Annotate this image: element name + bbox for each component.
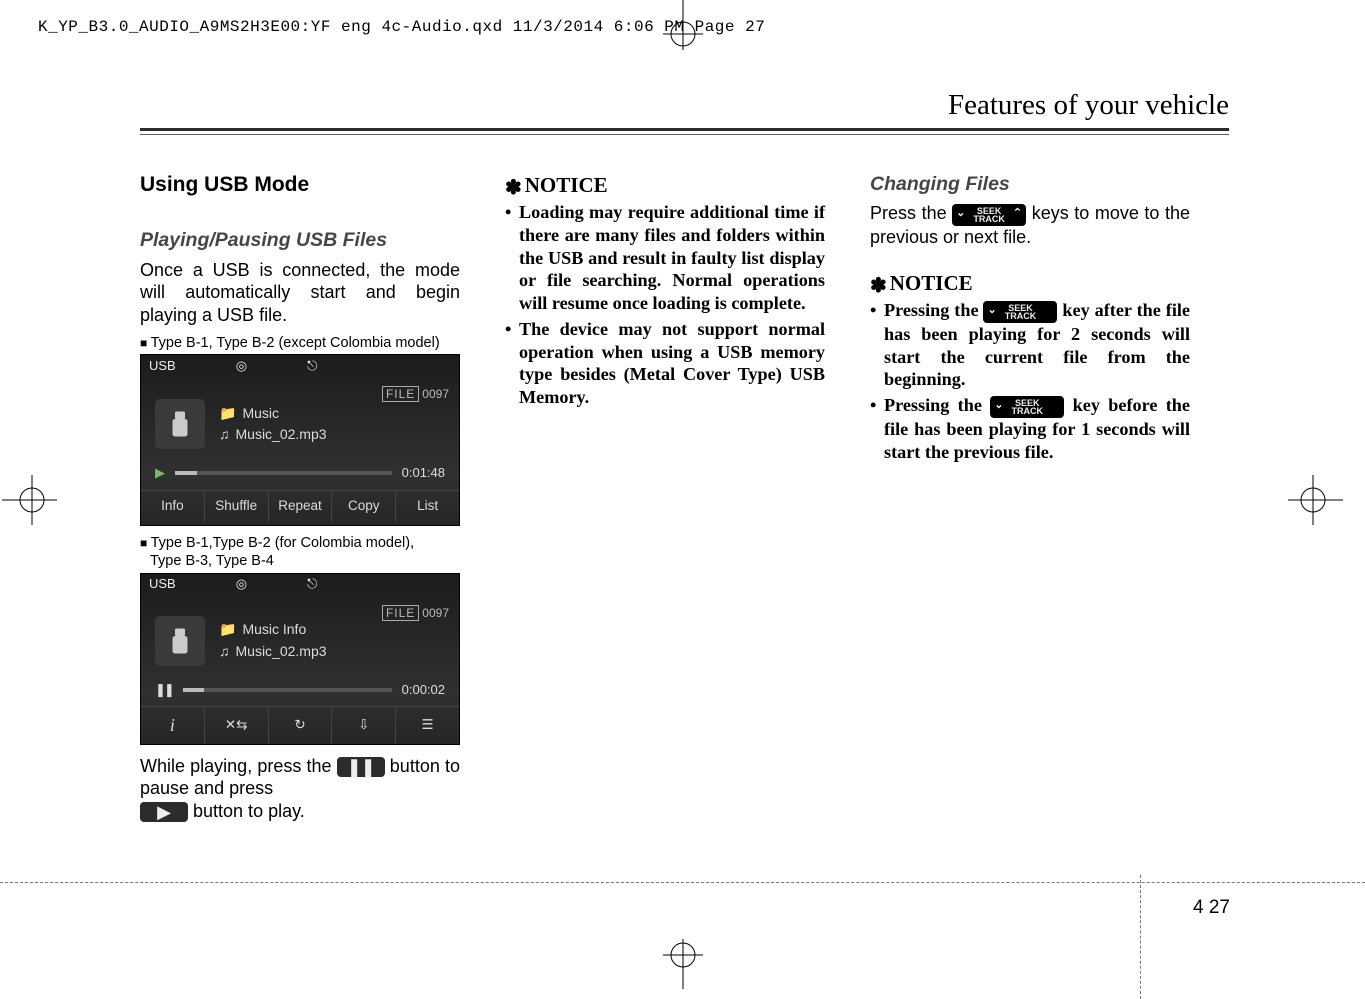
usb-screenshot-1: USB ◎ ⎋ FILE0097 📁Music ♫Music_02.mp3 ▶ … <box>140 354 460 526</box>
pause-button-icon: ❚❚ <box>337 757 385 777</box>
ss2-shuffle-button[interactable]: ✕⇆ <box>205 707 269 744</box>
music-note-icon: ♫ <box>219 643 230 661</box>
ss2-list-button[interactable]: ☰ <box>396 707 459 744</box>
sub-heading-playing: Playing/Pausing USB Files <box>140 228 460 252</box>
usb-device-icon <box>155 399 205 449</box>
pause-play-instruction: While playing, press the ❚❚ button to pa… <box>140 755 460 823</box>
notice-item-seek-before: Pressing the ⌄SEEKTRACK key before the f… <box>870 394 1190 463</box>
ss2-info-button[interactable]: i <box>141 707 205 744</box>
crop-guide-horizontal <box>0 882 1365 883</box>
ss1-file-counter: FILE0097 <box>382 387 449 402</box>
registration-mark-right <box>1283 470 1343 530</box>
notice-heading-col3: ✽NOTICE <box>870 270 1190 297</box>
ss1-repeat-button[interactable]: Repeat <box>269 491 333 522</box>
progress-bar[interactable] <box>183 688 392 692</box>
ss2-elapsed-time: 0:00:02 <box>402 682 445 698</box>
page-title: Features of your vehicle <box>948 89 1229 122</box>
usb-icon: ⎋ <box>307 358 317 374</box>
paragraph-usb-connect: Once a USB is connected, the mode will a… <box>140 259 460 327</box>
play-triangle-icon: ▶ <box>155 465 165 481</box>
ss1-title: USB <box>149 358 176 374</box>
usb-screenshot-2: USB ◎ ⎋ FILE0097 📁 Music Info ♫ Music_02.m… <box>140 573 460 745</box>
registration-mark-left <box>2 470 62 530</box>
column-1: Using USB Mode Playing/Pausing USB Files… <box>140 172 460 822</box>
ss2-title: USB <box>149 576 176 592</box>
ss1-elapsed-time: 0:01:48 <box>402 465 445 481</box>
folder-icon: 📁 <box>219 405 236 423</box>
progress-bar[interactable] <box>175 471 392 475</box>
ss2-file-counter: FILE0097 <box>382 606 449 621</box>
folder-icon: 📁 <box>219 621 236 639</box>
crop-guide-vertical <box>1140 875 1141 999</box>
ss2-repeat-button[interactable]: ↻ <box>269 707 333 744</box>
screenshot-caption-1: Type B-1, Type B-2 (except Colombia mode… <box>140 334 460 352</box>
sub-heading-changing: Changing Files <box>870 172 1190 196</box>
ss1-folder-name: Music <box>242 405 279 423</box>
ss2-folder-name: Music Info <box>242 621 306 639</box>
music-note-icon: ♫ <box>219 426 230 444</box>
page-title-rule <box>140 128 1229 134</box>
usb-icon: ⎋ <box>307 576 317 592</box>
screenshot-caption-2: Type B-1,Type B-2 (for Colombia model), … <box>140 534 460 570</box>
notice-item-seek-after: Pressing the ⌄SEEKTRACK key after the fi… <box>870 299 1190 391</box>
section-heading: Using USB Mode <box>140 172 460 198</box>
disc-icon: ◎ <box>236 358 247 374</box>
ss1-track-name: Music_02.mp3 <box>236 426 327 444</box>
seek-track-key-icon: ⌄SEEKTRACK⌃ <box>952 204 1026 226</box>
column-2: ✽NOTICE Loading may require additional t… <box>505 172 825 412</box>
notice-item-device: The device may not support normal operat… <box>505 318 825 409</box>
registration-mark-bottom <box>653 929 713 989</box>
notice-heading-col2: ✽NOTICE <box>505 172 825 199</box>
ss1-copy-button[interactable]: Copy <box>332 491 396 522</box>
ss1-shuffle-button[interactable]: Shuffle <box>205 491 269 522</box>
disc-icon: ◎ <box>236 576 247 592</box>
ss2-save-button[interactable]: ⇩ <box>332 707 396 744</box>
seek-track-key-icon: ⌄SEEKTRACK <box>983 301 1057 323</box>
notice-item-loading: Loading may require additional time if t… <box>505 201 825 315</box>
play-button-icon: ▶ <box>140 802 188 822</box>
press-seek-paragraph: Press the ⌄SEEKTRACK⌃ keys to move to th… <box>870 202 1190 248</box>
usb-device-icon <box>155 616 205 666</box>
ss1-list-button[interactable]: List <box>396 491 459 522</box>
ss2-track-name: Music_02.mp3 <box>236 643 327 661</box>
ss1-info-button[interactable]: Info <box>141 491 205 522</box>
page-number: 4 27 <box>1193 897 1230 919</box>
pause-bars-icon: ❚❚ <box>155 682 173 698</box>
seek-track-key-icon: ⌄SEEKTRACK <box>990 396 1064 418</box>
column-3: Changing Files Press the ⌄SEEKTRACK⌃ key… <box>870 172 1190 467</box>
print-slug: K_YP_B3.0_AUDIO_A9MS2H3E00:YF eng 4c-Aud… <box>38 18 765 36</box>
